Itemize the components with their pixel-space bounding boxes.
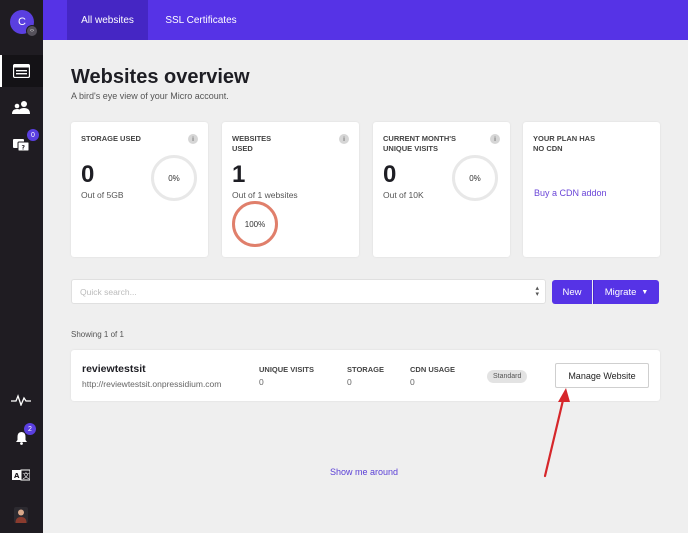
page-title: Websites overview (71, 66, 250, 88)
svg-text:文: 文 (23, 471, 30, 480)
website-name[interactable]: reviewtestsit (82, 363, 146, 375)
storage-stat-label: STORAGE (347, 365, 384, 374)
websites-percent: 100% (244, 219, 266, 229)
info-icon[interactable]: i (188, 134, 198, 144)
cdn-usage-label: CDN USAGE (410, 365, 456, 374)
websites-icon[interactable] (11, 62, 31, 80)
migrate-label: Migrate (604, 286, 637, 298)
cdn-usage-value: 0 (410, 377, 415, 387)
websites-limit: Out of 1 websites (232, 190, 298, 200)
storage-label: STORAGE USED (81, 134, 141, 143)
profile-avatar[interactable] (11, 506, 31, 524)
visits-card: CURRENT MONTH'S UNIQUE VISITS i 0 Out of… (373, 122, 510, 257)
websites-value: 1 (232, 161, 246, 188)
visits-label: CURRENT MONTH'S UNIQUE VISITS (383, 134, 457, 153)
account-avatar-letter: C (18, 16, 26, 28)
users-icon[interactable] (11, 98, 31, 116)
info-icon[interactable]: i (490, 134, 500, 144)
info-icon[interactable]: i (339, 134, 349, 144)
websites-progress-ring: 100% (232, 201, 278, 247)
svg-text:?: ? (22, 144, 26, 151)
result-count: Showing 1 of 1 (71, 330, 124, 339)
migrate-button[interactable]: Migrate ▼ (593, 280, 659, 304)
page-subtitle: A bird's eye view of your Micro account. (71, 91, 229, 101)
websites-label: WEBSITES USED (232, 134, 272, 153)
sort-toggle-icon[interactable]: ▴ ▾ (535, 285, 539, 298)
website-url[interactable]: http://reviewtestsit.onpressidium.com (82, 379, 221, 389)
visits-value: 0 (383, 161, 397, 188)
annotation-arrow (543, 388, 570, 478)
buy-cdn-link[interactable]: Buy a CDN addon (534, 188, 607, 198)
svg-text:A: A (14, 472, 20, 480)
plan-label: YOUR PLAN HAS NO CDN (533, 134, 596, 153)
plan-badge: Standard (487, 370, 528, 383)
translate-icon[interactable]: A文 (11, 466, 31, 484)
websites-card: WEBSITES USED i 1 Out of 1 websites 100% (222, 122, 359, 257)
unique-visits-value: 0 (259, 377, 264, 387)
quick-search: ▴▾ (71, 279, 546, 304)
storage-card: STORAGE USED i 0 Out of 5GB 0% (71, 122, 208, 257)
storage-percent: 0% (168, 173, 180, 183)
storage-progress-ring: 0% (151, 155, 197, 201)
tab-all-websites[interactable]: All websites (67, 0, 148, 40)
storage-stat-value: 0 (347, 377, 352, 387)
code-icon: ‹› (26, 25, 38, 37)
activity-icon[interactable] (11, 391, 31, 409)
unique-visits-label: UNIQUE VISITS (259, 365, 315, 374)
search-input[interactable] (80, 280, 520, 303)
sidebar: C ‹› ? 0 2 A文 (0, 0, 43, 533)
visits-progress-ring: 0% (452, 155, 498, 201)
storage-limit: Out of 5GB (81, 190, 124, 200)
support-badge: 0 (27, 129, 39, 141)
account-avatar[interactable]: C ‹› (10, 10, 38, 37)
visits-percent: 0% (469, 173, 481, 183)
notifications-badge: 2 (24, 423, 36, 435)
storage-value: 0 (81, 161, 95, 188)
tab-ssl-certificates[interactable]: SSL Certificates (155, 0, 247, 40)
plan-card: YOUR PLAN HAS NO CDN Buy a CDN addon (523, 122, 660, 257)
visits-limit: Out of 10K (383, 190, 424, 200)
show-me-around-link[interactable]: Show me around (330, 467, 398, 477)
top-navigation: All websites SSL Certificates (43, 0, 688, 40)
new-button[interactable]: New (552, 280, 592, 304)
caret-down-icon: ▼ (641, 288, 649, 296)
